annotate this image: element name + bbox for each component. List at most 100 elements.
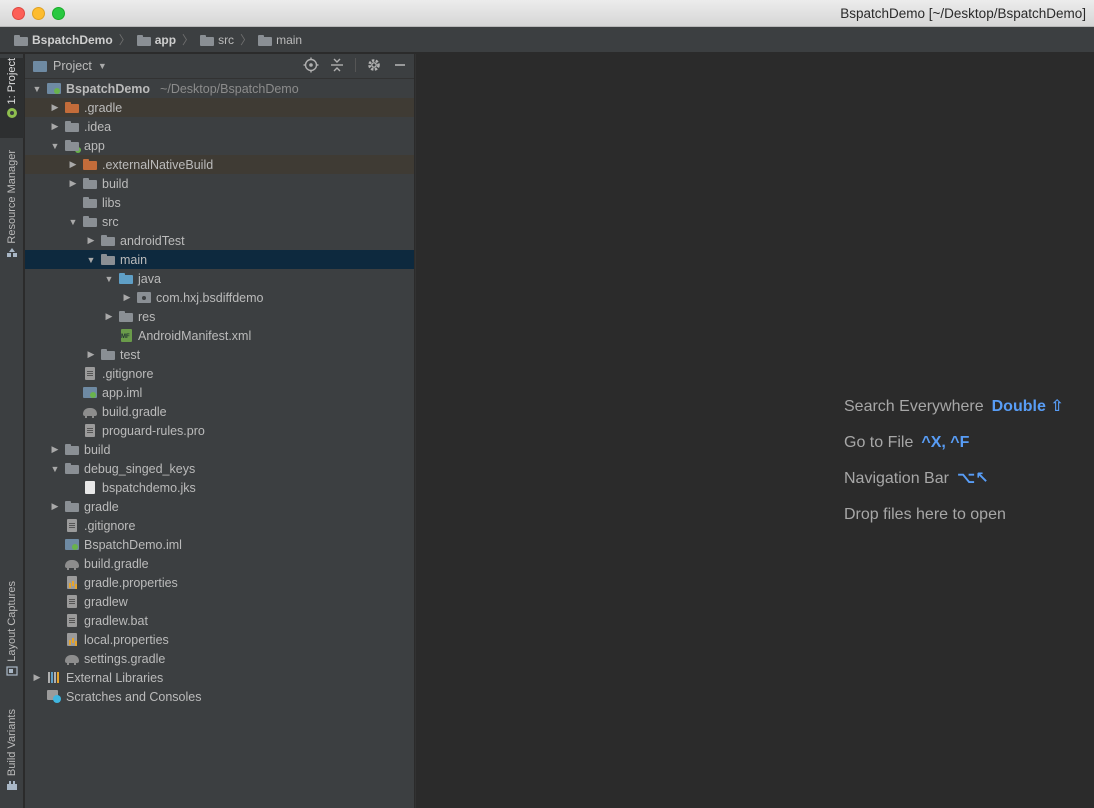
tab-resource-manager-label: Resource Manager [6,150,18,244]
expand-arrow-right-icon[interactable]: ▶ [49,501,61,512]
gradle-icon [83,405,97,418]
tree-row[interactable]: ▼ java [25,269,414,288]
tree-row-label: .gitignore [102,366,154,381]
tree-row[interactable]: app.iml [25,383,414,402]
folder-icon [83,215,97,228]
locate-file-icon[interactable] [303,57,319,73]
tree-row[interactable]: ▶ test [25,345,414,364]
tab-build-variants[interactable]: Build Variants [0,709,24,805]
tree-row[interactable]: libs [25,193,414,212]
android-icon [7,108,17,119]
tree-row[interactable]: ▶ External Libraries [25,668,414,687]
tree-row[interactable]: ▼ BspatchDemo ~/Desktop/BspatchDemo [25,79,414,98]
tree-row-label: gradlew [84,594,128,609]
project-view-selector[interactable]: Project ▼ [33,59,107,73]
editor-hint: Drop files here to open [844,502,1064,538]
expand-arrow-down-icon[interactable]: ▼ [49,464,61,474]
expand-arrow-right-icon[interactable]: ▶ [85,349,97,360]
editor-hint: Search Everywhere Double ⇧ [844,394,1064,430]
tab-project[interactable]: 1: Project [0,58,24,138]
tree-row-label: src [102,214,119,229]
folder-icon [65,462,79,475]
expand-arrow-right-icon[interactable]: ▶ [121,292,133,303]
tree-row[interactable]: gradle.properties [25,573,414,592]
tree-row[interactable]: ▼ src [25,212,414,231]
tree-row[interactable]: ▼ app [25,136,414,155]
tree-row[interactable]: ▶ .idea [25,117,414,136]
expand-arrow-right-icon[interactable]: ▶ [49,121,61,132]
tree-row[interactable]: gradlew.bat [25,611,414,630]
tree-row[interactable]: gradlew [25,592,414,611]
breadcrumb-separator: 〉 [118,33,131,47]
breadcrumb-src[interactable]: src [200,33,234,47]
expand-arrow-right-icon[interactable]: ▶ [103,311,115,322]
tree-row-label: gradle [84,499,119,514]
tab-resource-manager[interactable]: Resource Manager [0,150,24,272]
tree-row[interactable]: AndroidManifest.xml [25,326,414,345]
project-panel-header: Project ▼ [25,54,414,79]
editor-hint-text: Navigation Bar [844,470,949,487]
tree-row[interactable]: ▶ .externalNativeBuild [25,155,414,174]
scratches-icon [47,690,61,703]
expand-arrow-right-icon[interactable]: ▶ [49,444,61,455]
maximize-window-button[interactable] [52,7,65,20]
tree-row[interactable]: ▶ build [25,440,414,459]
gradle-icon [65,557,79,570]
editor-area[interactable]: Search Everywhere Double ⇧ Go to File ^X, ^… [415,54,1094,808]
module-badge-icon [75,147,81,153]
expand-arrow-down-icon[interactable]: ▼ [67,217,79,227]
expand-arrow-down-icon[interactable]: ▼ [31,84,43,94]
expand-arrow-right-icon[interactable]: ▶ [31,672,43,683]
tree-row[interactable]: bspatchdemo.jks [25,478,414,497]
tree-row[interactable]: ▶ androidTest [25,231,414,250]
tree-row-label: .externalNativeBuild [102,157,214,172]
tab-build-variants-label: Build Variants [6,709,18,777]
editor-hint: Navigation Bar ⌥↖ [844,466,1064,502]
tree-row-label: BspatchDemo [66,81,151,96]
tree-row[interactable]: .gitignore [25,516,414,535]
breadcrumb-app[interactable]: app [136,32,177,47]
minimize-window-button[interactable] [32,7,45,20]
expand-arrow-down-icon[interactable]: ▼ [49,141,61,151]
tree-row[interactable]: ▼ main [25,250,414,269]
tree-row[interactable]: ▶ gradle [25,497,414,516]
tree-row[interactable]: BspatchDemo.iml [25,535,414,554]
module-folder-icon [65,139,81,153]
expand-arrow-right-icon[interactable]: ▶ [85,235,97,246]
breadcrumb-label: app [154,32,177,47]
project-tree: ▼ BspatchDemo ~/Desktop/BspatchDemo ▶ .gradl… [25,79,414,706]
tree-row[interactable]: ▶ .gradle [25,98,414,117]
breadcrumb-separator: 〉 [182,33,195,47]
tree-row[interactable]: ▶ res [25,307,414,326]
expand-arrow-right-icon[interactable]: ▶ [67,178,79,189]
gear-icon[interactable] [366,57,382,73]
tree-row-label: build [84,442,111,457]
tree-row[interactable]: .gitignore [25,364,414,383]
libraries-icon [47,671,61,684]
hide-panel-icon[interactable] [392,57,408,73]
tree-row[interactable]: ▶ build [25,174,414,193]
close-window-button[interactable] [12,7,25,20]
module-icon [47,82,61,95]
expand-arrow-right-icon[interactable]: ▶ [49,102,61,113]
tree-row-label: local.properties [84,632,169,647]
tree-row[interactable]: ▶ com.hxj.bsdiffdemo [25,288,414,307]
tree-row-label: com.hxj.bsdiffdemo [156,290,264,305]
tree-row[interactable]: build.gradle [25,554,414,573]
tree-row[interactable]: proguard-rules.pro [25,421,414,440]
header-separator [355,58,356,72]
collapse-all-icon[interactable] [329,57,345,73]
breadcrumb-project[interactable]: BspatchDemo [14,33,113,47]
breadcrumb-main[interactable]: main [258,33,302,47]
tree-row[interactable]: Scratches and Consoles [25,687,414,706]
tree-row[interactable]: build.gradle [25,402,414,421]
tree-row[interactable]: ▼ debug_singed_keys [25,459,414,478]
tree-row[interactable]: local.properties [25,630,414,649]
tab-layout-captures[interactable]: Layout Captures [0,581,24,687]
editor-hint-text: Go to File [844,434,914,451]
folder-icon [200,34,215,46]
expand-arrow-right-icon[interactable]: ▶ [67,159,79,170]
tree-row[interactable]: settings.gradle [25,649,414,668]
expand-arrow-down-icon[interactable]: ▼ [85,255,97,265]
expand-arrow-down-icon[interactable]: ▼ [103,274,115,284]
